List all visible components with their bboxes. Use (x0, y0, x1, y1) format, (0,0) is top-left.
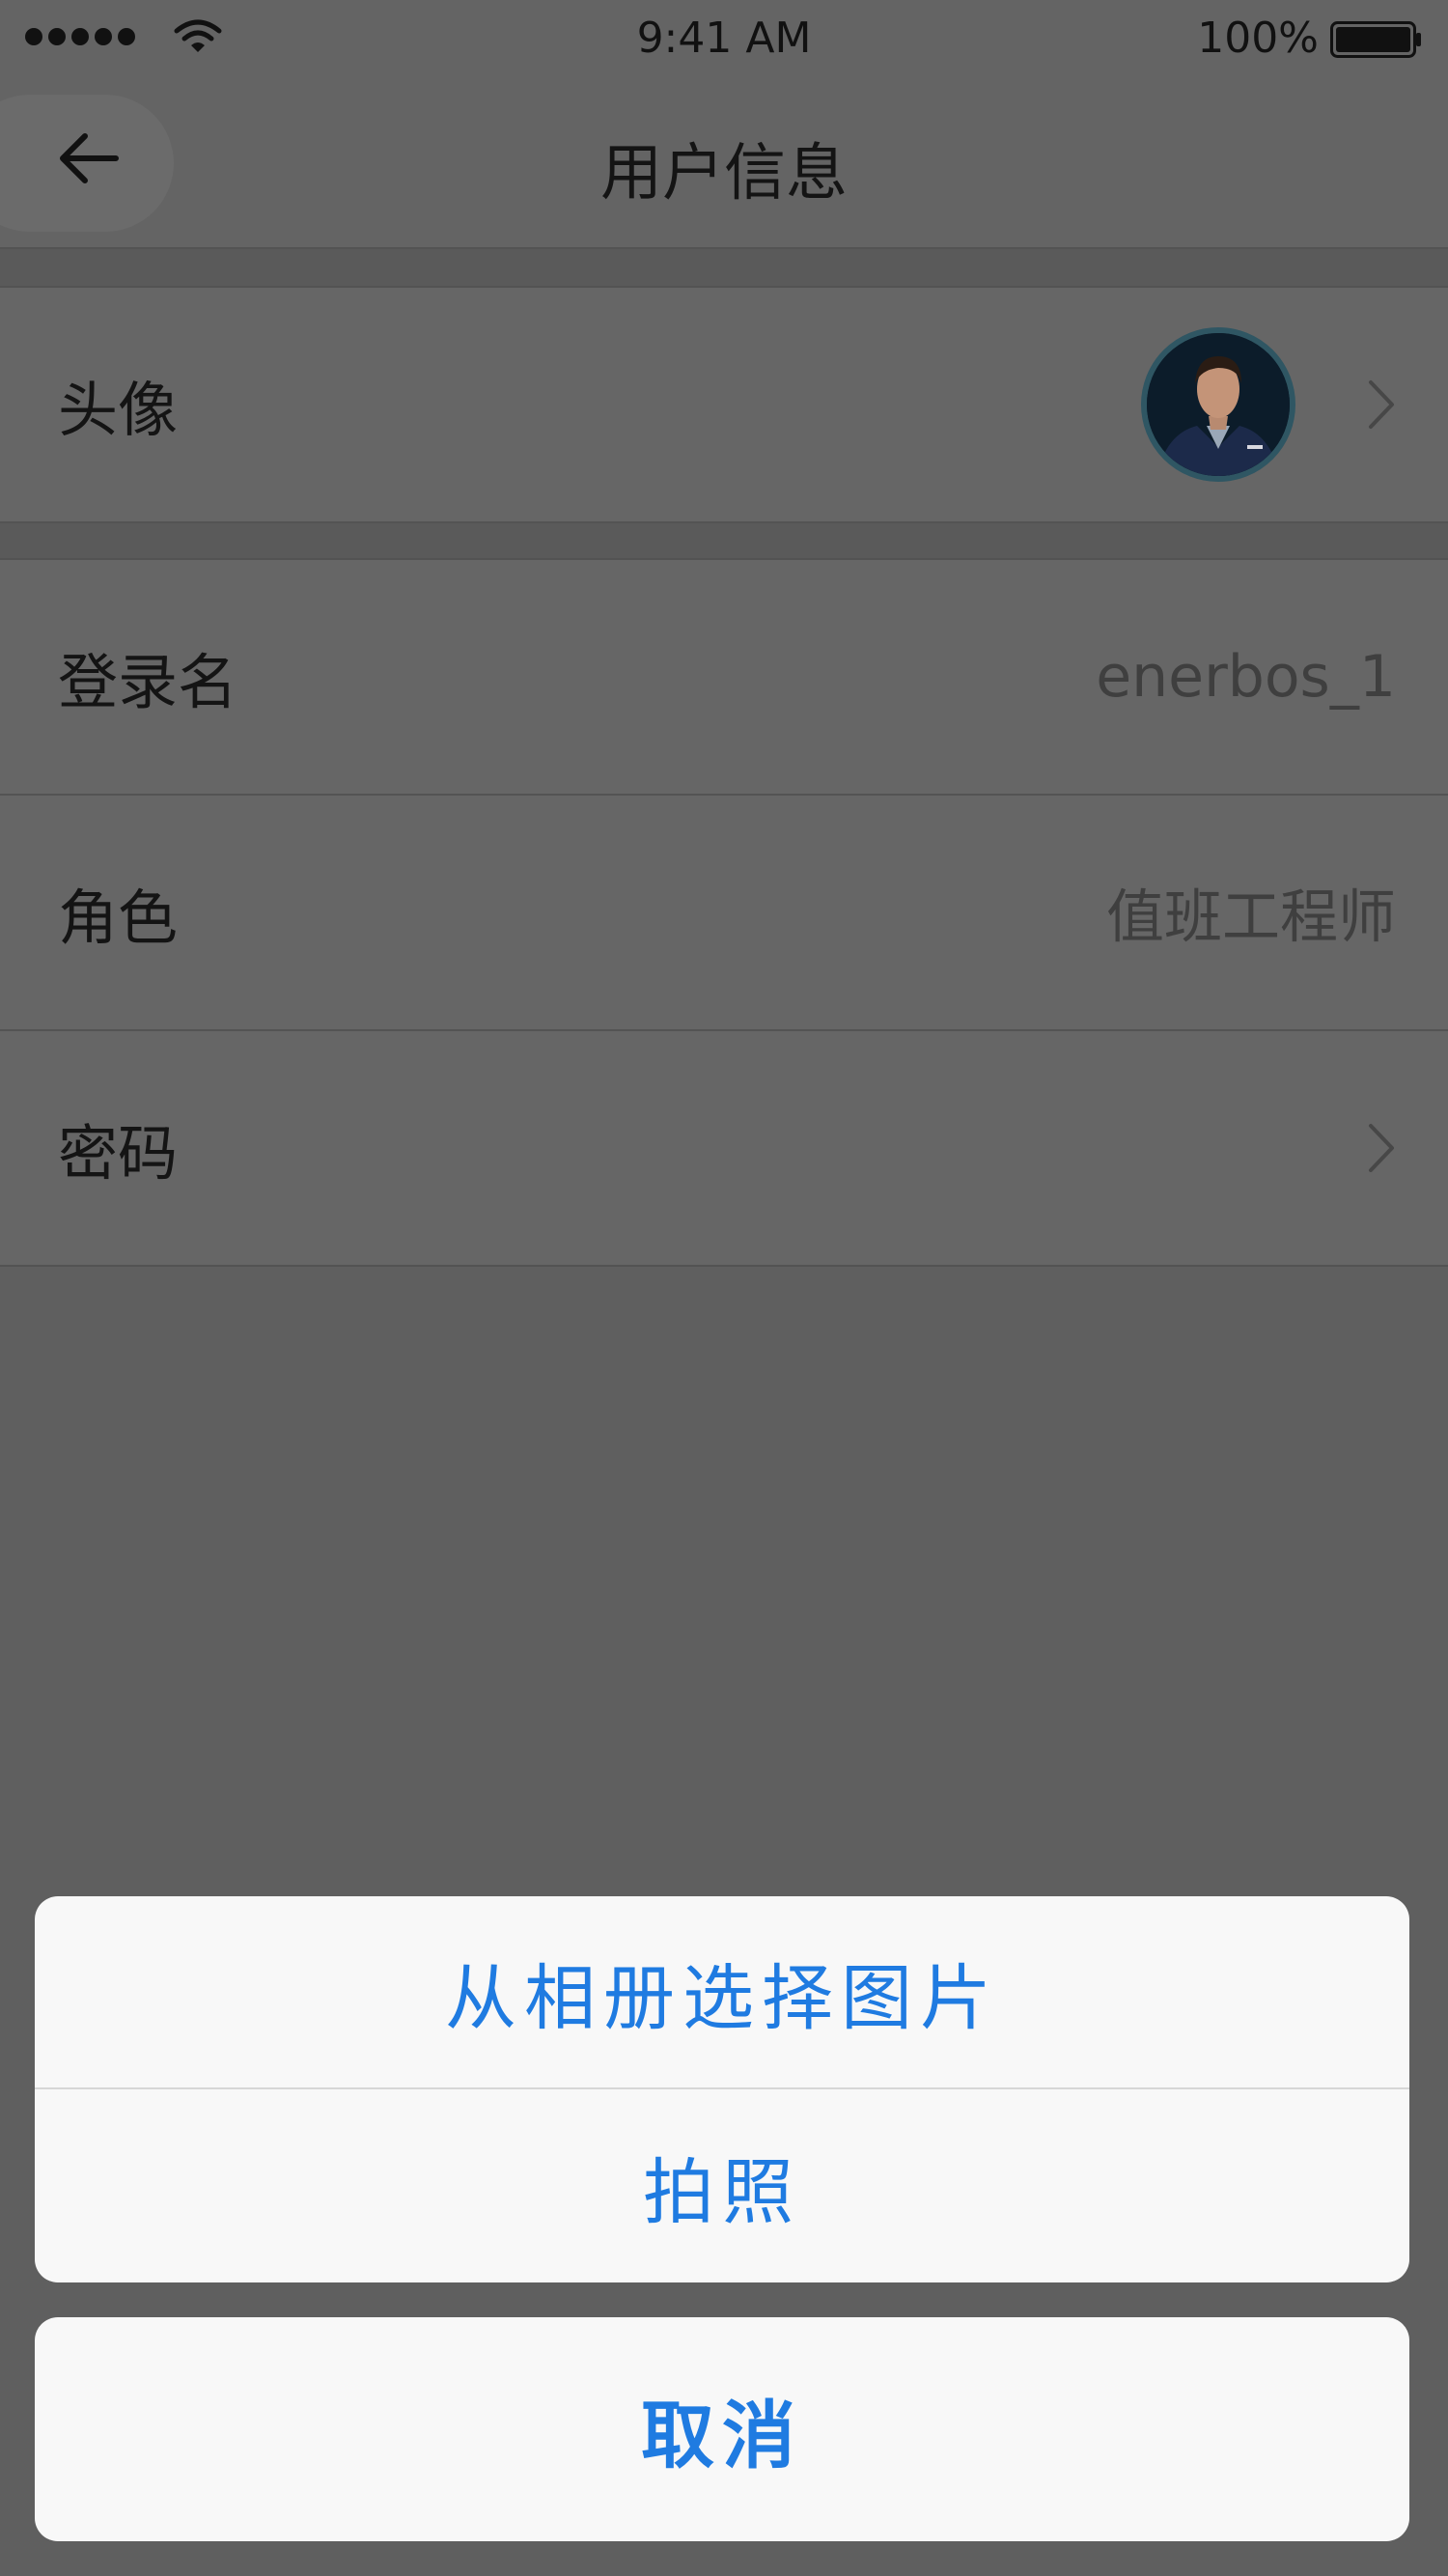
role-value: 值班工程师 (1106, 883, 1396, 952)
role-row: 角色 值班工程师 (0, 794, 1448, 1031)
login-name-value: enerbos_1 (1096, 643, 1396, 711)
choose-from-album-button[interactable]: 从相册选择图片 (35, 1896, 1409, 2087)
battery-percent: 100% (1197, 14, 1319, 63)
cancel-button[interactable]: 取消 (35, 2317, 1409, 2541)
password-label: 密码 (58, 1118, 179, 1189)
chevron-right-icon (1369, 380, 1394, 429)
nav-bar: 用户信息 (0, 77, 1448, 249)
take-photo-button[interactable]: 拍照 (35, 2089, 1409, 2282)
screen: 9:41 AM 100% 用户信息 头像 登录名 enerbos_1 角色 值班… (0, 0, 1448, 2576)
avatar-row[interactable]: 头像 (0, 286, 1448, 523)
avatar[interactable] (1141, 327, 1295, 482)
status-bar: 9:41 AM 100% (0, 0, 1448, 77)
section-gap (0, 523, 1448, 558)
avatar-photo (1147, 333, 1290, 476)
section-gap (0, 249, 1448, 286)
chevron-right-icon (1369, 1124, 1394, 1172)
login-name-label: 登录名 (58, 647, 238, 717)
password-row[interactable]: 密码 (0, 1029, 1448, 1267)
action-sheet-options: 从相册选择图片 拍照 (35, 1896, 1409, 2282)
page-title: 用户信息 (600, 138, 848, 210)
action-sheet-cancel: 取消 (35, 2317, 1409, 2541)
avatar-row-label: 头像 (58, 375, 179, 445)
battery-icon (1330, 21, 1421, 58)
login-name-row: 登录名 enerbos_1 (0, 558, 1448, 796)
role-label: 角色 (58, 882, 179, 953)
